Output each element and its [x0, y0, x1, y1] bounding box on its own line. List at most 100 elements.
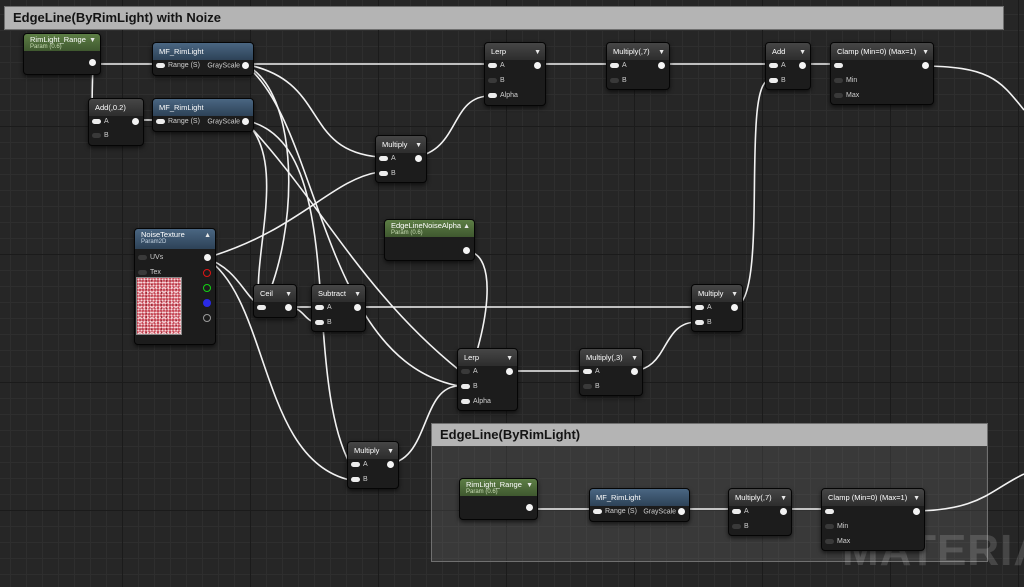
node-mf-rimlight[interactable]: MF_RimLight Range (S) GrayScale — [152, 98, 254, 132]
output-pin[interactable] — [242, 118, 249, 125]
node-mf-rimlight[interactable]: MF_RimLight Range (S) GrayScale — [589, 488, 690, 522]
input-pin-alpha[interactable] — [488, 92, 497, 98]
chevron-down-icon[interactable]: ▼ — [631, 352, 638, 365]
output-pin[interactable] — [415, 155, 422, 162]
node-subtract[interactable]: Subtract ▼ A B — [311, 284, 366, 332]
input-pin-b[interactable] — [583, 383, 592, 389]
chevron-down-icon[interactable]: ▼ — [526, 482, 533, 490]
output-pin[interactable] — [731, 304, 738, 311]
input-pin-uvs[interactable] — [138, 254, 147, 260]
chevron-down-icon[interactable]: ▼ — [387, 445, 394, 458]
input-pin-b[interactable] — [92, 132, 101, 138]
node-rimlight-range[interactable]: RimLight_Range Param (0.6) ▼ — [23, 33, 101, 75]
input-pin-min[interactable] — [825, 523, 834, 529]
chevron-down-icon[interactable]: ▲ — [463, 223, 470, 231]
input-pin-a[interactable] — [732, 508, 741, 514]
chevron-down-icon[interactable]: ▼ — [780, 492, 787, 505]
chevron-down-icon[interactable]: ▼ — [658, 46, 665, 59]
input-pin-b[interactable] — [695, 319, 704, 325]
input-pin-a[interactable] — [488, 62, 497, 68]
input-pin-a[interactable] — [695, 304, 704, 310]
output-pin[interactable] — [132, 118, 139, 125]
input-pin-tex[interactable] — [138, 269, 147, 275]
output-pin-rgb[interactable] — [204, 254, 211, 261]
input-pin[interactable] — [257, 304, 266, 310]
chevron-down-icon[interactable]: ▼ — [354, 288, 361, 301]
input-pin-b[interactable] — [769, 77, 778, 83]
node-multiply-7[interactable]: Multiply(,7) ▼ A B — [728, 488, 792, 536]
chevron-down-icon[interactable]: ▼ — [913, 492, 920, 505]
chevron-down-icon[interactable]: ▼ — [89, 37, 96, 45]
output-pin-green[interactable] — [203, 284, 211, 292]
output-pin[interactable] — [354, 304, 361, 311]
node-add[interactable]: Add ▼ A B — [765, 42, 811, 90]
output-pin[interactable] — [780, 508, 787, 515]
comment-edgeline-noize[interactable]: EdgeLine(ByRimLight) with Noize — [4, 6, 1004, 30]
input-pin-a[interactable] — [92, 118, 101, 124]
input-pin[interactable] — [593, 508, 602, 514]
output-pin-red[interactable] — [203, 269, 211, 277]
input-pin-b[interactable] — [488, 77, 497, 83]
node-add-02[interactable]: Add(,0.2) A B — [88, 98, 144, 146]
input-pin[interactable] — [156, 62, 165, 68]
input-pin-b[interactable] — [379, 170, 388, 176]
input-pin-alpha[interactable] — [461, 398, 470, 404]
output-pin[interactable] — [89, 59, 96, 66]
output-pin[interactable] — [631, 368, 638, 375]
input-pin-a[interactable] — [379, 155, 388, 161]
input-pin-b[interactable] — [351, 476, 360, 482]
node-multiply[interactable]: Multiply ▼ A B — [347, 441, 399, 489]
input-pin-b[interactable] — [732, 523, 741, 529]
chevron-down-icon[interactable]: ▼ — [534, 46, 541, 59]
node-multiply-7[interactable]: Multiply(,7) ▼ A B — [606, 42, 670, 90]
input-pin-a[interactable] — [351, 461, 360, 467]
node-rimlight-range[interactable]: RimLight_Range Param (0.6) ▼ — [459, 478, 538, 520]
input-pin-a[interactable] — [461, 368, 470, 374]
node-noise-texture[interactable]: NoiseTexture Param2D ▲ UVs Tex — [134, 228, 216, 345]
output-pin[interactable] — [526, 504, 533, 511]
output-pin-blue[interactable] — [203, 299, 211, 307]
input-pin-max[interactable] — [834, 92, 843, 98]
node-multiply-3[interactable]: Multiply(,3) ▼ A B — [579, 348, 643, 396]
chevron-down-icon[interactable]: ▼ — [731, 288, 738, 301]
input-pin-min[interactable] — [834, 77, 843, 83]
input-pin-a[interactable] — [315, 304, 324, 310]
output-pin-alpha[interactable] — [203, 314, 211, 322]
node-edgeline-noise-alpha[interactable]: EdgeLineNoiseAlpha Param (0.6) ▲ — [384, 219, 475, 261]
output-pin[interactable] — [242, 62, 249, 69]
input-pin-a[interactable] — [769, 62, 778, 68]
node-mf-rimlight[interactable]: MF_RimLight Range (S) GrayScale — [152, 42, 254, 76]
output-pin[interactable] — [922, 62, 929, 69]
input-pin[interactable] — [834, 62, 843, 68]
chevron-down-icon[interactable]: ▼ — [922, 46, 929, 59]
input-pin-b[interactable] — [315, 319, 324, 325]
node-lerp[interactable]: Lerp ▼ A B Alpha — [484, 42, 546, 106]
node-clamp[interactable]: Clamp (Min=0) (Max=1) ▼ Min Max — [821, 488, 925, 551]
chevron-down-icon[interactable]: ▼ — [506, 352, 513, 365]
input-pin[interactable] — [825, 508, 834, 514]
chevron-down-icon[interactable]: ▼ — [415, 139, 422, 152]
output-pin[interactable] — [463, 247, 470, 254]
input-pin-b[interactable] — [461, 383, 470, 389]
node-multiply[interactable]: Multiply ▼ A B — [375, 135, 427, 183]
chevron-down-icon[interactable]: ▼ — [285, 288, 292, 301]
input-pin[interactable] — [156, 118, 165, 124]
input-pin-b[interactable] — [610, 77, 619, 83]
input-pin-a[interactable] — [610, 62, 619, 68]
chevron-up-icon[interactable]: ▲ — [204, 232, 211, 240]
output-pin[interactable] — [658, 62, 665, 69]
input-pin-a[interactable] — [583, 368, 592, 374]
output-pin[interactable] — [506, 368, 513, 375]
material-graph-canvas[interactable]: EdgeLine(ByRimLight) with Noize EdgeLine… — [0, 0, 1024, 587]
input-pin-max[interactable] — [825, 538, 834, 544]
node-multiply[interactable]: Multiply ▼ A B — [691, 284, 743, 332]
output-pin[interactable] — [534, 62, 541, 69]
output-pin[interactable] — [799, 62, 806, 69]
output-pin[interactable] — [285, 304, 292, 311]
output-pin[interactable] — [913, 508, 920, 515]
output-pin[interactable] — [678, 508, 685, 515]
node-lerp[interactable]: Lerp ▼ A B Alpha — [457, 348, 518, 411]
node-clamp[interactable]: Clamp (Min=0) (Max=1) ▼ Min Max — [830, 42, 934, 105]
node-ceil[interactable]: Ceil ▼ — [253, 284, 297, 318]
output-pin[interactable] — [387, 461, 394, 468]
